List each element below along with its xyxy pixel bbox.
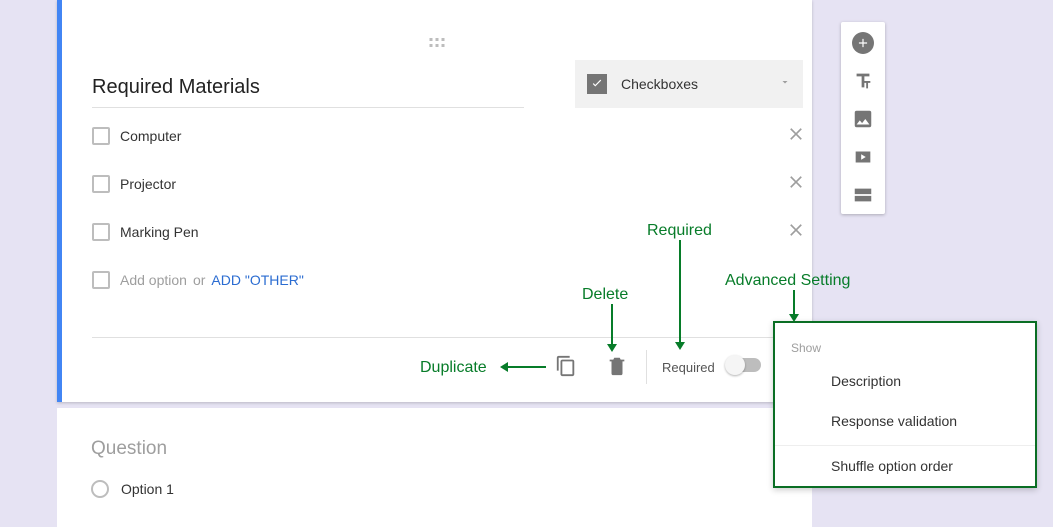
divider [92, 337, 802, 338]
section-icon [852, 184, 874, 206]
remove-option-button[interactable] [786, 172, 806, 197]
delete-button[interactable] [606, 355, 628, 382]
option-row: Computer [92, 120, 804, 152]
question-title-input[interactable] [92, 70, 524, 108]
menu-section-label: Show [775, 335, 1035, 361]
trash-icon [606, 355, 628, 377]
text-icon [852, 70, 874, 92]
remove-option-button[interactable] [786, 124, 806, 149]
advanced-settings-menu: Show Description Response validation Shu… [773, 321, 1037, 488]
add-option-row: Add option or ADD "OTHER" [92, 264, 804, 296]
checkbox-unchecked-icon [92, 175, 110, 193]
option-row: Option 1 [91, 480, 174, 498]
add-image-button[interactable] [852, 108, 874, 130]
question-type-label: Checkboxes [621, 76, 779, 92]
side-toolbar [841, 22, 885, 214]
annotation-label-advanced: Advanced Setting [725, 272, 850, 290]
plus-circle-icon [852, 32, 874, 54]
menu-item-response-validation[interactable]: Response validation [775, 401, 1035, 441]
duplicate-button[interactable] [555, 355, 577, 382]
option-label[interactable]: Marking Pen [120, 224, 199, 240]
add-section-button[interactable] [852, 184, 874, 206]
image-icon [852, 108, 874, 130]
chevron-down-icon [779, 75, 791, 93]
checkbox-unchecked-icon [92, 223, 110, 241]
menu-item-description[interactable]: Description [775, 361, 1035, 401]
checkbox-icon [587, 74, 607, 94]
annotation-arrow [500, 359, 550, 375]
question-card-active: Checkboxes Computer Projector Marking Pe… [57, 0, 812, 402]
add-video-button[interactable] [852, 146, 874, 168]
question-type-select[interactable]: Checkboxes [575, 60, 803, 108]
radio-unchecked-icon [91, 480, 109, 498]
option-row: Projector [92, 168, 804, 200]
option-label: Option 1 [121, 481, 174, 497]
add-option-placeholder[interactable]: Add option [120, 272, 187, 288]
annotation-arrow [786, 290, 802, 322]
checkbox-unchecked-icon [92, 127, 110, 145]
checkbox-unchecked-icon [92, 271, 110, 289]
annotation-arrow [672, 240, 688, 350]
video-icon [852, 146, 874, 168]
option-label[interactable]: Projector [120, 176, 176, 192]
option-label[interactable]: Computer [120, 128, 181, 144]
drag-handle-icon[interactable] [430, 38, 445, 47]
menu-item-shuffle-order[interactable]: Shuffle option order [775, 446, 1035, 486]
annotation-label-required: Required [647, 222, 712, 240]
add-option-or-text: or [193, 272, 205, 288]
toggle-knob [725, 355, 745, 375]
annotation-arrow [604, 304, 620, 352]
add-other-button[interactable]: ADD "OTHER" [211, 272, 303, 288]
add-question-button[interactable] [852, 32, 874, 54]
add-title-button[interactable] [852, 70, 874, 92]
required-toggle[interactable] [727, 358, 761, 372]
remove-option-button[interactable] [786, 220, 806, 245]
divider [646, 350, 647, 384]
question-title: Question [91, 438, 167, 460]
question-card: Question Option 1 [57, 408, 812, 527]
annotation-label-delete: Delete [582, 286, 628, 304]
required-toggle-label: Required [662, 360, 715, 375]
annotation-label-duplicate: Duplicate [420, 359, 487, 377]
copy-icon [555, 355, 577, 377]
